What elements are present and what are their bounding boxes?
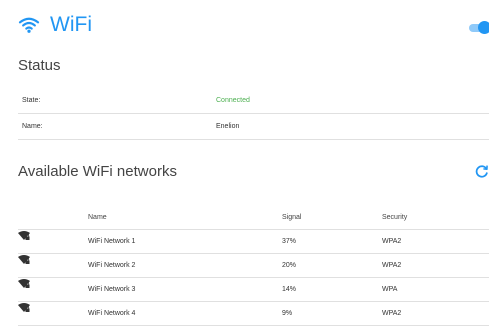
table-row[interactable]: WiFi Network 4 9% WPA2 xyxy=(18,302,489,326)
networks-heading: Available WiFi networks xyxy=(18,163,177,180)
status-row-state: State: Connected xyxy=(18,88,489,114)
network-signal: 9% xyxy=(282,310,293,317)
wifi-secured-icon xyxy=(18,303,30,312)
column-signal: Signal xyxy=(282,214,302,221)
wifi-secured-icon xyxy=(18,231,30,240)
page-title: WiFi xyxy=(50,13,92,36)
page-header: WiFi xyxy=(18,12,92,38)
status-heading: Status xyxy=(18,57,61,74)
network-name: WiFi Network 4 xyxy=(88,310,136,317)
network-security: WPA2 xyxy=(382,262,402,269)
name-value: Enelion xyxy=(216,123,240,130)
wifi-secured-icon xyxy=(18,255,30,264)
column-security: Security xyxy=(382,214,408,221)
networks-table: Name Signal Security WiFi Network 1 37% … xyxy=(18,206,489,326)
name-label: Name: xyxy=(22,123,43,130)
network-security: WPA2 xyxy=(382,238,402,245)
network-signal: 14% xyxy=(282,286,297,293)
state-label: State: xyxy=(22,97,41,104)
wifi-secured-icon xyxy=(18,279,30,288)
table-header: Name Signal Security xyxy=(18,206,489,230)
wifi-icon xyxy=(18,17,40,33)
state-value: Connected xyxy=(216,97,250,104)
network-name: WiFi Network 1 xyxy=(88,238,136,245)
table-row[interactable]: WiFi Network 3 14% WPA xyxy=(18,278,489,302)
column-name: Name xyxy=(88,214,107,221)
network-signal: 20% xyxy=(282,262,297,269)
wifi-toggle[interactable] xyxy=(469,21,489,34)
status-list: State: Connected Name: Enelion xyxy=(18,88,489,140)
refresh-icon[interactable] xyxy=(475,164,489,178)
network-name: WiFi Network 3 xyxy=(88,286,136,293)
network-security: WPA2 xyxy=(382,310,402,317)
table-row[interactable]: WiFi Network 1 37% WPA2 xyxy=(18,230,489,254)
network-name: WiFi Network 2 xyxy=(88,262,136,269)
toggle-knob xyxy=(478,21,489,34)
status-row-name: Name: Enelion xyxy=(18,114,489,140)
table-row[interactable]: WiFi Network 2 20% WPA2 xyxy=(18,254,489,278)
network-security: WPA xyxy=(382,286,398,293)
network-signal: 37% xyxy=(282,238,297,245)
